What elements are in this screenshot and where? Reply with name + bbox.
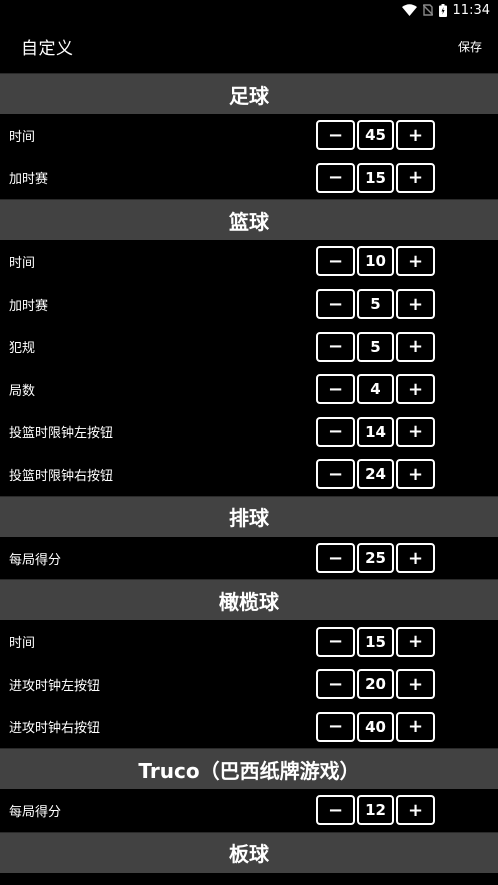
setting-label: 加时赛 xyxy=(9,172,49,188)
increment-button[interactable]: + xyxy=(396,120,435,151)
setting-label: 时间 xyxy=(9,636,36,652)
increment-button[interactable]: + xyxy=(396,416,435,447)
increment-button[interactable]: + xyxy=(396,374,435,405)
decrement-button[interactable]: − xyxy=(316,459,355,490)
setting-row: 加时赛 −5 + xyxy=(0,282,498,326)
decrement-button[interactable]: − xyxy=(316,246,355,277)
setting-label: 局数 xyxy=(9,383,36,399)
decrement-button[interactable]: − xyxy=(316,416,355,447)
setting-label: 进攻时钟右按钮 xyxy=(9,721,101,737)
setting-row: 每局得分 −12 + xyxy=(0,789,498,832)
wifi-icon xyxy=(401,4,417,16)
status-time: 11:34 xyxy=(452,2,490,18)
increment-button[interactable]: + xyxy=(396,162,435,193)
increment-button[interactable]: + xyxy=(396,459,435,490)
decrement-button[interactable]: − xyxy=(316,289,355,320)
value-stepper: −40 + xyxy=(316,711,435,742)
setting-row: 局数 −4 + xyxy=(0,367,498,411)
status-bar: 11:34 xyxy=(0,0,498,20)
value-stepper: −12 + xyxy=(316,795,435,826)
setting-label: 犯规 xyxy=(9,341,36,357)
setting-label: 时间 xyxy=(9,129,36,145)
value-stepper: −5 + xyxy=(316,331,435,362)
setting-label: 投篮时限钟右按钮 xyxy=(9,468,114,484)
setting-row: 时间 −15 + xyxy=(0,620,498,663)
stepper-value: 15 xyxy=(357,162,394,193)
setting-row: 犯规 −5 + xyxy=(0,325,498,368)
setting-row: 加时赛 −15 + xyxy=(0,156,498,200)
page-title: 自定义 xyxy=(21,39,74,59)
stepper-value: 10 xyxy=(357,246,394,277)
decrement-button[interactable]: − xyxy=(316,711,355,742)
setting-row: 投篮时限钟右按钮 −24 + xyxy=(0,453,498,496)
stepper-value: 5 xyxy=(357,289,394,320)
section-header: 足球 xyxy=(0,73,498,114)
stepper-value: 40 xyxy=(357,711,394,742)
decrement-button[interactable]: − xyxy=(316,162,355,193)
value-stepper: −4 + xyxy=(316,374,435,405)
decrement-button[interactable]: − xyxy=(316,543,355,574)
increment-button[interactable]: + xyxy=(396,246,435,277)
setting-label: 进攻时钟左按钮 xyxy=(9,678,101,694)
section-header: 排球 xyxy=(0,495,498,537)
setting-label: 加时赛 xyxy=(9,298,49,314)
setting-row: 投篮时限钟左按钮 −14 + xyxy=(0,410,498,454)
stepper-value: 45 xyxy=(357,120,394,151)
value-stepper: −15 + xyxy=(316,162,435,193)
stepper-value: 4 xyxy=(357,374,394,405)
decrement-button[interactable]: − xyxy=(316,626,355,657)
section-header: 板球 xyxy=(0,831,498,873)
stepper-value: 14 xyxy=(357,416,394,447)
settings-list: 足球 时间 −45 + 加时赛 −15 + 篮球 时间 −10 + 加时赛 −5 + 犯规 −5 + 局数 −4 + 投… xyxy=(0,73,498,873)
decrement-button[interactable]: − xyxy=(316,669,355,700)
value-stepper: −25 + xyxy=(316,543,435,574)
setting-row: 时间 −45 + xyxy=(0,114,498,157)
value-stepper: −24 + xyxy=(316,459,435,490)
stepper-value: 20 xyxy=(357,669,394,700)
increment-button[interactable]: + xyxy=(396,669,435,700)
decrement-button[interactable]: − xyxy=(316,795,355,826)
setting-label: 投篮时限钟左按钮 xyxy=(9,426,114,442)
increment-button[interactable]: + xyxy=(396,626,435,657)
value-stepper: −45 + xyxy=(316,120,435,151)
setting-row: 进攻时钟右按钮 −40 + xyxy=(0,705,498,749)
section-header: 篮球 xyxy=(0,199,498,241)
stepper-value: 24 xyxy=(357,459,394,490)
stepper-value: 5 xyxy=(357,331,394,362)
decrement-button[interactable]: − xyxy=(316,374,355,405)
increment-button[interactable]: + xyxy=(396,289,435,320)
setting-label: 每局得分 xyxy=(9,804,62,820)
value-stepper: −20 + xyxy=(316,669,435,700)
section-header: 橄榄球 xyxy=(0,579,498,621)
increment-button[interactable]: + xyxy=(396,795,435,826)
battery-charging-icon xyxy=(438,3,447,17)
setting-label: 时间 xyxy=(9,255,36,271)
value-stepper: −5 + xyxy=(316,289,435,320)
increment-button[interactable]: + xyxy=(396,543,435,574)
decrement-button[interactable]: − xyxy=(316,120,355,151)
value-stepper: −15 + xyxy=(316,626,435,657)
value-stepper: −14 + xyxy=(316,416,435,447)
value-stepper: −10 + xyxy=(316,246,435,277)
increment-button[interactable]: + xyxy=(396,711,435,742)
save-button[interactable]: 保存 xyxy=(458,38,482,55)
setting-label: 每局得分 xyxy=(9,552,62,568)
app-bar: 自定义 保存 xyxy=(0,20,498,73)
setting-row: 每局得分 −25 + xyxy=(0,536,498,580)
section-header: Truco（巴西纸牌游戏） xyxy=(0,748,498,790)
setting-row: 进攻时钟左按钮 −20 + xyxy=(0,662,498,706)
increment-button[interactable]: + xyxy=(396,331,435,362)
stepper-value: 25 xyxy=(357,543,394,574)
stepper-value: 15 xyxy=(357,626,394,657)
stepper-value: 12 xyxy=(357,795,394,826)
decrement-button[interactable]: − xyxy=(316,331,355,362)
no-sim-icon xyxy=(422,4,433,16)
setting-row: 时间 −10 + xyxy=(0,240,498,283)
